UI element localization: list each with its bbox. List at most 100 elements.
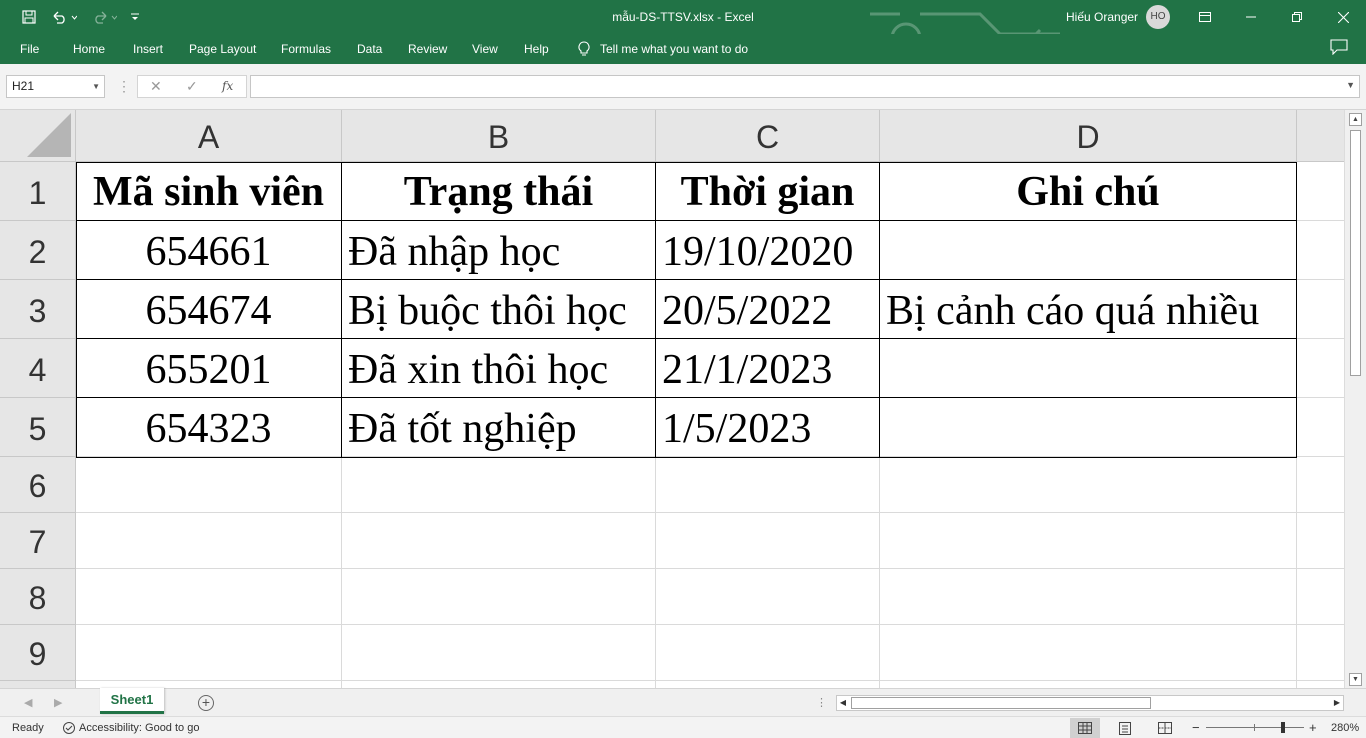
cell-b7[interactable] xyxy=(342,513,656,569)
cell-c9[interactable] xyxy=(656,625,880,681)
row-header-2[interactable]: 2 xyxy=(0,221,76,280)
cell-d3[interactable]: Bị cảnh cáo quá nhiều xyxy=(880,280,1297,339)
formula-input[interactable]: ▼ xyxy=(250,75,1360,98)
restore-icon[interactable] xyxy=(1274,0,1320,34)
select-all-button[interactable] xyxy=(0,110,76,162)
vertical-scroll-thumb[interactable] xyxy=(1350,130,1361,376)
cell-a6[interactable] xyxy=(76,457,342,513)
tab-view[interactable]: View xyxy=(472,34,498,64)
cell-b8[interactable] xyxy=(342,569,656,625)
cell-d6[interactable] xyxy=(880,457,1297,513)
minimize-icon[interactable] xyxy=(1228,0,1274,34)
vertical-scrollbar[interactable]: ▲ ▼ xyxy=(1344,110,1366,688)
cell-c5[interactable]: 1/5/2023 xyxy=(656,398,880,457)
page-layout-view-icon[interactable] xyxy=(1110,718,1140,738)
cell-a8[interactable] xyxy=(76,569,342,625)
cell-a3[interactable]: 654674 xyxy=(76,280,342,339)
tab-formulas[interactable]: Formulas xyxy=(281,34,331,64)
tab-file[interactable]: File xyxy=(20,34,39,64)
cell-b1[interactable]: Trạng thái xyxy=(342,162,656,221)
cell-d1[interactable]: Ghi chú xyxy=(880,162,1297,221)
more-options-icon[interactable]: ⋮ xyxy=(117,75,131,98)
cell-c10[interactable] xyxy=(656,681,880,688)
zoom-out-button[interactable]: − xyxy=(1192,717,1200,738)
spreadsheet-grid[interactable]: A B C D 1 2 3 4 5 6 7 8 9 Mã sinh viên T… xyxy=(0,110,1344,688)
column-header-b[interactable]: B xyxy=(342,110,656,162)
cell-a1[interactable]: Mã sinh viên xyxy=(76,162,342,221)
cell-c4[interactable]: 21/1/2023 xyxy=(656,339,880,398)
tell-me-box[interactable]: Tell me what you want to do xyxy=(578,34,748,64)
tab-split-handle[interactable]: ⋮ xyxy=(816,689,827,717)
cell-d7[interactable] xyxy=(880,513,1297,569)
zoom-level[interactable]: 280% xyxy=(1331,717,1359,738)
sheet-prev-icon[interactable]: ◀ xyxy=(24,689,32,717)
cell-b5[interactable]: Đã tốt nghiệp xyxy=(342,398,656,457)
user-name[interactable]: Hiếu Oranger xyxy=(1066,0,1138,34)
cell-e8[interactable] xyxy=(1297,569,1344,625)
tab-page-layout[interactable]: Page Layout xyxy=(189,34,256,64)
cell-e10[interactable] xyxy=(1297,681,1344,688)
row-header-9[interactable]: 9 xyxy=(0,625,76,681)
cell-d8[interactable] xyxy=(880,569,1297,625)
tab-home[interactable]: Home xyxy=(73,34,105,64)
close-icon[interactable] xyxy=(1320,0,1366,34)
scroll-down-icon[interactable]: ▼ xyxy=(1349,673,1362,686)
cell-c8[interactable] xyxy=(656,569,880,625)
chevron-down-icon[interactable]: ▼ xyxy=(92,76,100,97)
cell-d9[interactable] xyxy=(880,625,1297,681)
cell-d2[interactable] xyxy=(880,221,1297,280)
scroll-right-icon[interactable]: ▶ xyxy=(1331,696,1343,710)
ribbon-display-options-icon[interactable] xyxy=(1182,0,1228,34)
row-header-8[interactable]: 8 xyxy=(0,569,76,625)
insert-function-icon[interactable]: fx xyxy=(222,76,233,97)
horizontal-scrollbar[interactable]: ◀ ▶ xyxy=(836,695,1344,711)
cell-e9[interactable] xyxy=(1297,625,1344,681)
zoom-slider-knob[interactable] xyxy=(1281,722,1285,733)
cell-d10[interactable] xyxy=(880,681,1297,688)
cell-c3[interactable]: 20/5/2022 xyxy=(656,280,880,339)
cell-a5[interactable]: 654323 xyxy=(76,398,342,457)
row-header-7[interactable]: 7 xyxy=(0,513,76,569)
enter-icon[interactable]: ✓ xyxy=(186,76,198,97)
cell-c1[interactable]: Thời gian xyxy=(656,162,880,221)
cell-e3[interactable] xyxy=(1297,280,1344,339)
cell-b9[interactable] xyxy=(342,625,656,681)
row-header-3[interactable]: 3 xyxy=(0,280,76,339)
cell-d4[interactable] xyxy=(880,339,1297,398)
zoom-slider[interactable] xyxy=(1206,722,1304,733)
expand-formula-bar-icon[interactable]: ▼ xyxy=(1346,80,1355,90)
cell-e7[interactable] xyxy=(1297,513,1344,569)
cell-a10[interactable] xyxy=(76,681,342,688)
scroll-left-icon[interactable]: ◀ xyxy=(837,696,849,710)
cell-b2[interactable]: Đã nhập học xyxy=(342,221,656,280)
accessibility-checker[interactable]: Accessibility: Good to go xyxy=(62,717,199,738)
zoom-in-button[interactable]: + xyxy=(1309,717,1317,738)
cell-a2[interactable]: 654661 xyxy=(76,221,342,280)
tab-data[interactable]: Data xyxy=(357,34,382,64)
tab-review[interactable]: Review xyxy=(408,34,447,64)
cancel-icon[interactable]: ✕ xyxy=(150,76,162,97)
cell-e2[interactable] xyxy=(1297,221,1344,280)
cell-b6[interactable] xyxy=(342,457,656,513)
row-header-4[interactable]: 4 xyxy=(0,339,76,398)
cell-c6[interactable] xyxy=(656,457,880,513)
cell-b10[interactable] xyxy=(342,681,656,688)
cell-d5[interactable] xyxy=(880,398,1297,457)
cell-a9[interactable] xyxy=(76,625,342,681)
cell-c2[interactable]: 19/10/2020 xyxy=(656,221,880,280)
sheet-next-icon[interactable]: ▶ xyxy=(54,689,62,717)
column-header-c[interactable]: C xyxy=(656,110,880,162)
name-box[interactable]: H21 ▼ xyxy=(6,75,105,98)
tab-insert[interactable]: Insert xyxy=(133,34,163,64)
row-header-10[interactable] xyxy=(0,681,76,688)
cell-a4[interactable]: 655201 xyxy=(76,339,342,398)
cell-b4[interactable]: Đã xin thôi học xyxy=(342,339,656,398)
cell-c7[interactable] xyxy=(656,513,880,569)
row-header-5[interactable]: 5 xyxy=(0,398,76,457)
column-header-d[interactable]: D xyxy=(880,110,1297,162)
column-header-a[interactable]: A xyxy=(76,110,342,162)
column-header-e[interactable] xyxy=(1297,110,1344,162)
sheet-tab-sheet1[interactable]: Sheet1 xyxy=(100,688,164,714)
cell-a7[interactable] xyxy=(76,513,342,569)
row-header-6[interactable]: 6 xyxy=(0,457,76,513)
